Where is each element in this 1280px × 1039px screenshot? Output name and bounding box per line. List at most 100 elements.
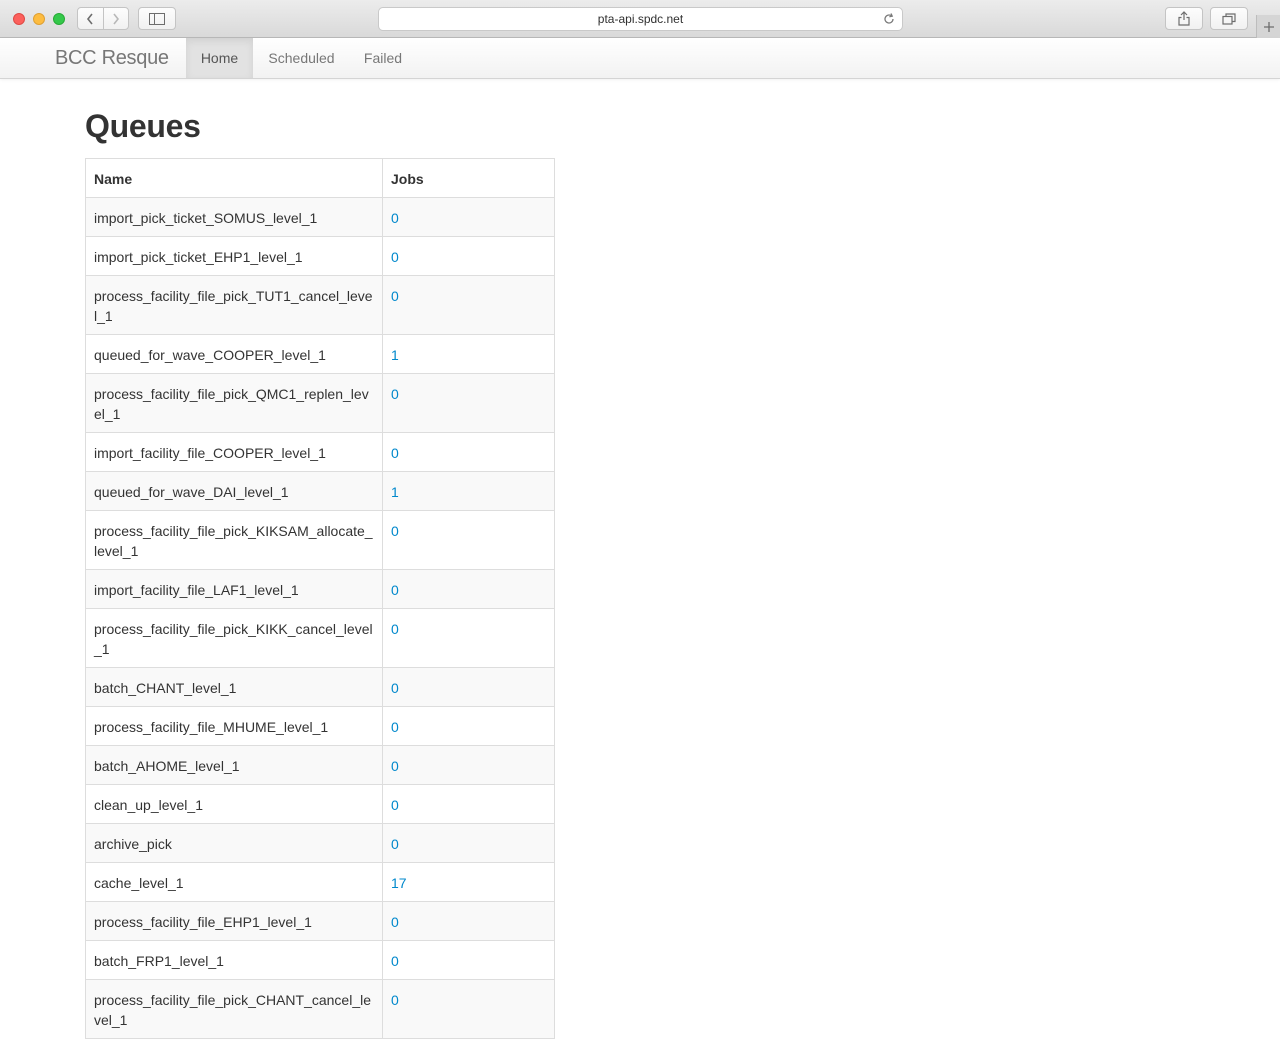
queue-jobs-cell: 0 xyxy=(382,510,555,570)
queue-jobs-cell: 0 xyxy=(382,236,555,276)
address-bar[interactable]: pta-api.spdc.net xyxy=(378,7,903,31)
queue-name: process_facility_file_pick_KIKK_cancel_l… xyxy=(85,608,383,668)
queue-name: import_pick_ticket_SOMUS_level_1 xyxy=(85,197,383,237)
queue-name: batch_FRP1_level_1 xyxy=(85,940,383,980)
table-row: archive_pick 0 xyxy=(85,823,555,863)
tab-overview-button[interactable] xyxy=(1210,7,1248,30)
queue-name: clean_up_level_1 xyxy=(85,784,383,824)
browser-toolbar: pta-api.spdc.net xyxy=(0,0,1280,38)
tab-scheduled[interactable]: Scheduled xyxy=(253,38,350,78)
queues-table: Name Jobs import_pick_ticket_SOMUS_level… xyxy=(85,158,555,1039)
queue-name: import_facility_file_COOPER_level_1 xyxy=(85,432,383,472)
queue-name: queued_for_wave_COOPER_level_1 xyxy=(85,334,383,374)
table-row: process_facility_file_pick_KIKSAM_alloca… xyxy=(85,510,555,570)
queue-name: process_facility_file_pick_TUT1_cancel_l… xyxy=(85,275,383,335)
queue-jobs-link[interactable]: 0 xyxy=(391,992,399,1008)
queue-jobs-link[interactable]: 1 xyxy=(391,484,399,500)
queue-jobs-cell: 1 xyxy=(382,471,555,511)
table-row: import_facility_file_COOPER_level_1 0 xyxy=(85,432,555,472)
table-row: process_facility_file_pick_QMC1_replen_l… xyxy=(85,373,555,433)
queues-table-body: import_pick_ticket_SOMUS_level_1 0 import_… xyxy=(85,197,555,1039)
queue-jobs-cell: 0 xyxy=(382,667,555,707)
share-icon xyxy=(1178,11,1190,26)
history-nav xyxy=(77,7,129,30)
table-row: queued_for_wave_COOPER_level_1 1 xyxy=(85,334,555,374)
tabs-icon xyxy=(1222,12,1236,25)
queue-jobs-link[interactable]: 0 xyxy=(391,719,399,735)
table-row: process_facility_file_MHUME_level_1 0 xyxy=(85,706,555,746)
queue-name: process_facility_file_pick_CHANT_cancel_… xyxy=(85,979,383,1039)
tab-failed[interactable]: Failed xyxy=(350,38,416,78)
queue-jobs-link[interactable]: 1 xyxy=(391,347,399,363)
queue-jobs-cell: 0 xyxy=(382,275,555,335)
page-title: Queues xyxy=(85,108,201,144)
table-row: import_pick_ticket_SOMUS_level_1 0 xyxy=(85,197,555,237)
sidebar-icon xyxy=(149,12,165,25)
queue-name: process_facility_file_MHUME_level_1 xyxy=(85,706,383,746)
window-minimize-button[interactable] xyxy=(33,13,45,25)
brand-link[interactable]: BCC Resque xyxy=(55,47,169,70)
queue-jobs-cell: 0 xyxy=(382,940,555,980)
queue-jobs-link[interactable]: 0 xyxy=(391,621,399,637)
queue-jobs-cell: 0 xyxy=(382,901,555,941)
column-header-name: Name xyxy=(85,158,383,198)
queue-name: process_facility_file_pick_QMC1_replen_l… xyxy=(85,373,383,433)
column-header-jobs: Jobs xyxy=(382,158,555,198)
app-navbar: BCC Resque Home Scheduled Failed xyxy=(0,38,1280,79)
queue-name: batch_AHOME_level_1 xyxy=(85,745,383,785)
table-row: clean_up_level_1 0 xyxy=(85,784,555,824)
plus-icon xyxy=(1263,21,1274,32)
queue-jobs-link[interactable]: 0 xyxy=(391,210,399,226)
table-row: import_pick_ticket_EHP1_level_1 0 xyxy=(85,236,555,276)
queue-jobs-cell: 0 xyxy=(382,432,555,472)
queue-jobs-link[interactable]: 0 xyxy=(391,914,399,930)
queue-jobs-cell: 0 xyxy=(382,373,555,433)
forward-button[interactable] xyxy=(102,8,129,29)
table-row: batch_FRP1_level_1 0 xyxy=(85,940,555,980)
queue-jobs-link[interactable]: 0 xyxy=(391,288,399,304)
queue-jobs-link[interactable]: 0 xyxy=(391,523,399,539)
queue-name: process_facility_file_EHP1_level_1 xyxy=(85,901,383,941)
queue-jobs-cell: 0 xyxy=(382,745,555,785)
chevron-right-icon xyxy=(113,13,119,24)
table-row: process_facility_file_pick_KIKK_cancel_l… xyxy=(85,608,555,668)
queue-jobs-link[interactable]: 0 xyxy=(391,445,399,461)
queue-name: archive_pick xyxy=(85,823,383,863)
queue-jobs-cell: 0 xyxy=(382,569,555,609)
sidebar-toggle-button[interactable] xyxy=(138,7,176,30)
queue-name: import_pick_ticket_EHP1_level_1 xyxy=(85,236,383,276)
table-row: process_facility_file_pick_CHANT_cancel_… xyxy=(85,979,555,1039)
queue-name: cache_level_1 xyxy=(85,862,383,902)
queue-jobs-link[interactable]: 0 xyxy=(391,386,399,402)
queue-name: process_facility_file_pick_KIKSAM_alloca… xyxy=(85,510,383,570)
queue-jobs-cell: 0 xyxy=(382,197,555,237)
table-row: queued_for_wave_DAI_level_1 1 xyxy=(85,471,555,511)
window-zoom-button[interactable] xyxy=(53,13,65,25)
table-row: batch_CHANT_level_1 0 xyxy=(85,667,555,707)
queue-jobs-cell: 0 xyxy=(382,706,555,746)
queue-name: batch_CHANT_level_1 xyxy=(85,667,383,707)
table-row: cache_level_1 17 xyxy=(85,862,555,902)
back-button[interactable] xyxy=(78,8,103,29)
queue-jobs-link[interactable]: 0 xyxy=(391,758,399,774)
queue-jobs-link[interactable]: 0 xyxy=(391,582,399,598)
queue-jobs-link[interactable]: 0 xyxy=(391,953,399,969)
queue-jobs-link[interactable]: 17 xyxy=(391,875,407,891)
queue-name: import_facility_file_LAF1_level_1 xyxy=(85,569,383,609)
table-row: batch_AHOME_level_1 0 xyxy=(85,745,555,785)
window-close-button[interactable] xyxy=(13,13,25,25)
table-row: import_facility_file_LAF1_level_1 0 xyxy=(85,569,555,609)
queue-jobs-cell: 0 xyxy=(382,823,555,863)
queue-jobs-link[interactable]: 0 xyxy=(391,249,399,265)
queue-jobs-cell: 0 xyxy=(382,979,555,1039)
queue-jobs-link[interactable]: 0 xyxy=(391,680,399,696)
tab-home[interactable]: Home xyxy=(186,38,253,78)
share-button[interactable] xyxy=(1165,7,1203,30)
queue-jobs-link[interactable]: 0 xyxy=(391,797,399,813)
queue-jobs-cell: 0 xyxy=(382,784,555,824)
table-header-row: Name Jobs xyxy=(85,158,555,198)
queue-name: queued_for_wave_DAI_level_1 xyxy=(85,471,383,511)
queue-jobs-link[interactable]: 0 xyxy=(391,836,399,852)
reload-icon[interactable] xyxy=(882,12,896,26)
new-tab-button[interactable] xyxy=(1256,15,1280,38)
